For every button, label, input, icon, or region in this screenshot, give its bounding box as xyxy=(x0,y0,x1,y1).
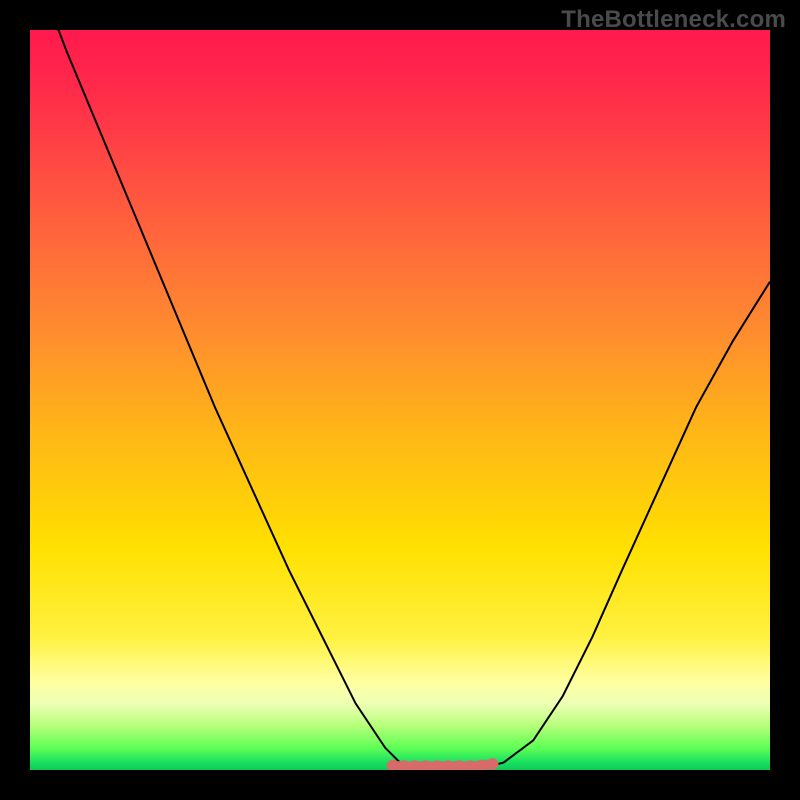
chart-gradient-plot-area xyxy=(30,30,770,770)
chart-frame: TheBottleneck.com xyxy=(0,0,800,800)
